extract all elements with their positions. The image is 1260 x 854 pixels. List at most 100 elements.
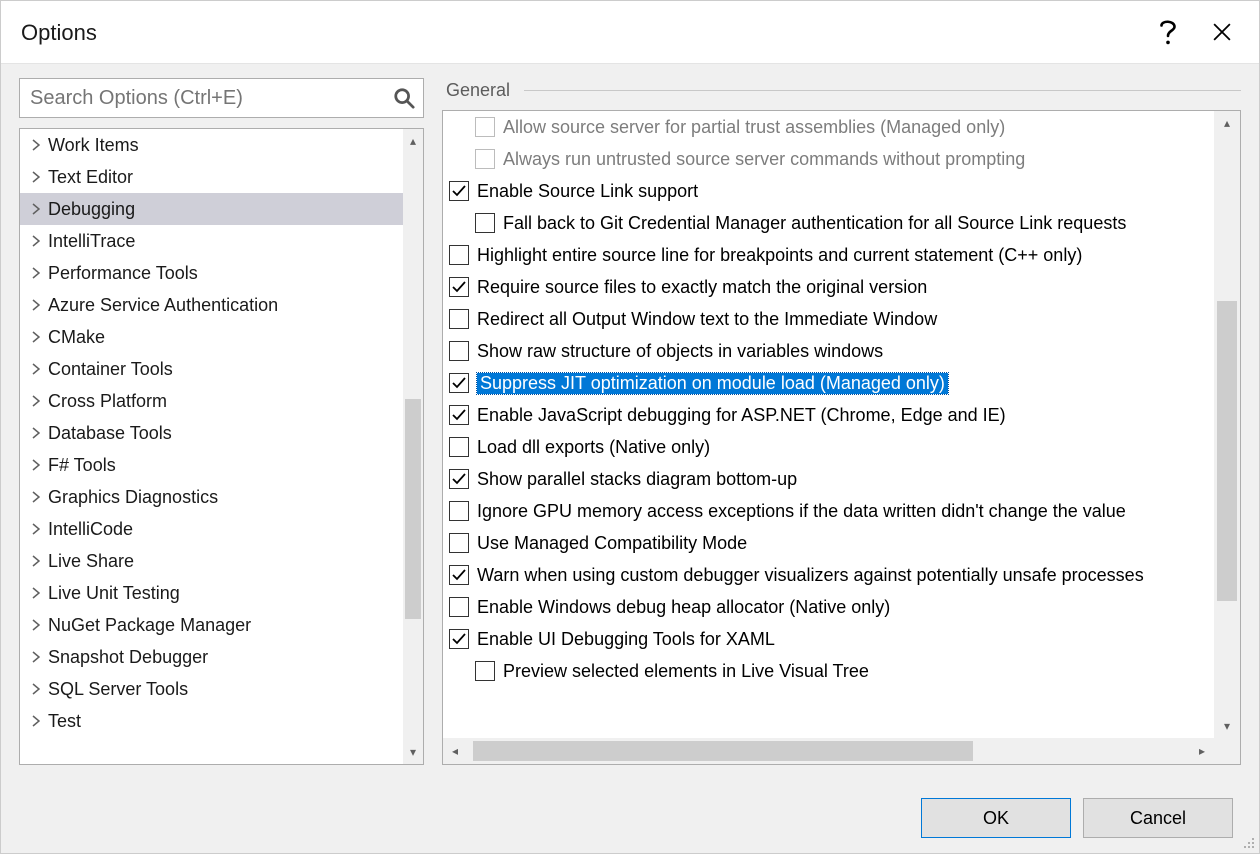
tree-item-label: Test (48, 711, 81, 732)
tree-item[interactable]: Debugging (20, 193, 403, 225)
tree-item[interactable]: F# Tools (20, 449, 403, 481)
tree-item[interactable]: CMake (20, 321, 403, 353)
option-row[interactable]: Redirect all Output Window text to the I… (443, 303, 1214, 335)
search-icon[interactable] (390, 84, 418, 112)
tree-item-label: Graphics Diagnostics (48, 487, 218, 508)
checkbox[interactable] (449, 277, 469, 297)
scroll-down-icon[interactable]: ▾ (1214, 714, 1240, 738)
chevron-right-icon (28, 651, 44, 663)
tree-item-label: CMake (48, 327, 105, 348)
scroll-right-icon[interactable]: ▸ (1190, 738, 1214, 764)
chevron-right-icon (28, 523, 44, 535)
checkbox[interactable] (449, 597, 469, 617)
option-row[interactable]: Show parallel stacks diagram bottom-up (443, 463, 1214, 495)
ok-button[interactable]: OK (921, 798, 1071, 838)
checkbox[interactable] (449, 565, 469, 585)
tree-item[interactable]: Performance Tools (20, 257, 403, 289)
tree-item[interactable]: Snapshot Debugger (20, 641, 403, 673)
right-column: General Allow source server for partial … (442, 78, 1241, 765)
tree-item[interactable]: IntelliTrace (20, 225, 403, 257)
chevron-right-icon (28, 267, 44, 279)
chevron-right-icon (28, 459, 44, 471)
tree-item-label: Debugging (48, 199, 135, 220)
option-row[interactable]: Load dll exports (Native only) (443, 431, 1214, 463)
checkbox[interactable] (449, 629, 469, 649)
chevron-right-icon (28, 587, 44, 599)
checkbox[interactable] (449, 405, 469, 425)
left-column: Work Items Text Editor Debugging IntelliTra… (19, 78, 424, 765)
option-row[interactable]: Always run untrusted source server comma… (443, 143, 1214, 175)
checkbox[interactable] (449, 309, 469, 329)
tree-item[interactable]: Live Unit Testing (20, 577, 403, 609)
tree-item[interactable]: Database Tools (20, 417, 403, 449)
help-button[interactable] (1145, 9, 1191, 55)
chevron-right-icon (28, 331, 44, 343)
tree-list: Work Items Text Editor Debugging IntelliTra… (20, 129, 403, 764)
scroll-left-icon[interactable]: ◂ (443, 738, 467, 764)
tree-item-label: Database Tools (48, 423, 172, 444)
cancel-button[interactable]: Cancel (1083, 798, 1233, 838)
option-row[interactable]: Warn when using custom debugger visualiz… (443, 559, 1214, 591)
tree-item[interactable]: Work Items (20, 129, 403, 161)
option-row[interactable]: Ignore GPU memory access exceptions if t… (443, 495, 1214, 527)
scroll-up-icon[interactable]: ▴ (1214, 111, 1240, 135)
option-row[interactable]: Enable UI Debugging Tools for XAML (443, 623, 1214, 655)
scroll-thumb[interactable] (473, 741, 973, 761)
tree-item-label: SQL Server Tools (48, 679, 188, 700)
checkbox[interactable] (449, 501, 469, 521)
tree-item[interactable]: SQL Server Tools (20, 673, 403, 705)
scroll-down-icon[interactable]: ▾ (403, 740, 423, 764)
tree-item[interactable]: Live Share (20, 545, 403, 577)
tree-item[interactable]: IntelliCode (20, 513, 403, 545)
option-row[interactable]: Fall back to Git Credential Manager auth… (443, 207, 1214, 239)
option-row[interactable]: Enable Source Link support (443, 175, 1214, 207)
tree-item[interactable]: Container Tools (20, 353, 403, 385)
checkbox[interactable] (475, 661, 495, 681)
checkbox[interactable] (449, 373, 469, 393)
tree-item[interactable]: NuGet Package Manager (20, 609, 403, 641)
chevron-right-icon (28, 491, 44, 503)
chevron-right-icon (28, 363, 44, 375)
option-label: Highlight entire source line for breakpo… (477, 245, 1088, 266)
option-row[interactable]: Show raw structure of objects in variabl… (443, 335, 1214, 367)
checkbox[interactable] (449, 341, 469, 361)
scroll-thumb[interactable] (405, 399, 421, 619)
option-label: Use Managed Compatibility Mode (477, 533, 753, 554)
option-label: Always run untrusted source server comma… (503, 149, 1031, 170)
checkbox[interactable] (449, 469, 469, 489)
options-vscrollbar[interactable]: ▴ ▾ (1214, 111, 1240, 738)
tree-item[interactable]: Test (20, 705, 403, 737)
tree-item[interactable]: Cross Platform (20, 385, 403, 417)
chevron-right-icon (28, 203, 44, 215)
section-rule (524, 90, 1241, 91)
checkbox[interactable] (475, 149, 495, 169)
option-label: Load dll exports (Native only) (477, 437, 716, 458)
tree-item[interactable]: Text Editor (20, 161, 403, 193)
option-row[interactable]: Preview selected elements in Live Visual… (443, 655, 1214, 687)
checkbox[interactable] (475, 213, 495, 233)
option-row[interactable]: Enable JavaScript debugging for ASP.NET … (443, 399, 1214, 431)
option-row[interactable]: Suppress JIT optimization on module load… (443, 367, 1214, 399)
options-hscrollbar[interactable]: ◂ ▸ (443, 738, 1214, 764)
tree-item-label: Work Items (48, 135, 139, 156)
checkbox[interactable] (449, 245, 469, 265)
option-row[interactable]: Highlight entire source line for breakpo… (443, 239, 1214, 271)
chevron-right-icon (28, 555, 44, 567)
tree-item[interactable]: Azure Service Authentication (20, 289, 403, 321)
checkbox[interactable] (475, 117, 495, 137)
close-button[interactable] (1199, 9, 1245, 55)
tree-scrollbar[interactable]: ▴ ▾ (403, 129, 423, 764)
option-row[interactable]: Enable Windows debug heap allocator (Nat… (443, 591, 1214, 623)
scroll-up-icon[interactable]: ▴ (403, 129, 423, 153)
option-row[interactable]: Require source files to exactly match th… (443, 271, 1214, 303)
scroll-thumb[interactable] (1217, 301, 1237, 601)
resize-grip[interactable] (1241, 835, 1255, 849)
option-row[interactable]: Use Managed Compatibility Mode (443, 527, 1214, 559)
search-wrap (19, 78, 424, 118)
checkbox[interactable] (449, 181, 469, 201)
checkbox[interactable] (449, 437, 469, 457)
search-input[interactable] (19, 78, 424, 118)
checkbox[interactable] (449, 533, 469, 553)
option-row[interactable]: Allow source server for partial trust as… (443, 111, 1214, 143)
tree-item[interactable]: Graphics Diagnostics (20, 481, 403, 513)
